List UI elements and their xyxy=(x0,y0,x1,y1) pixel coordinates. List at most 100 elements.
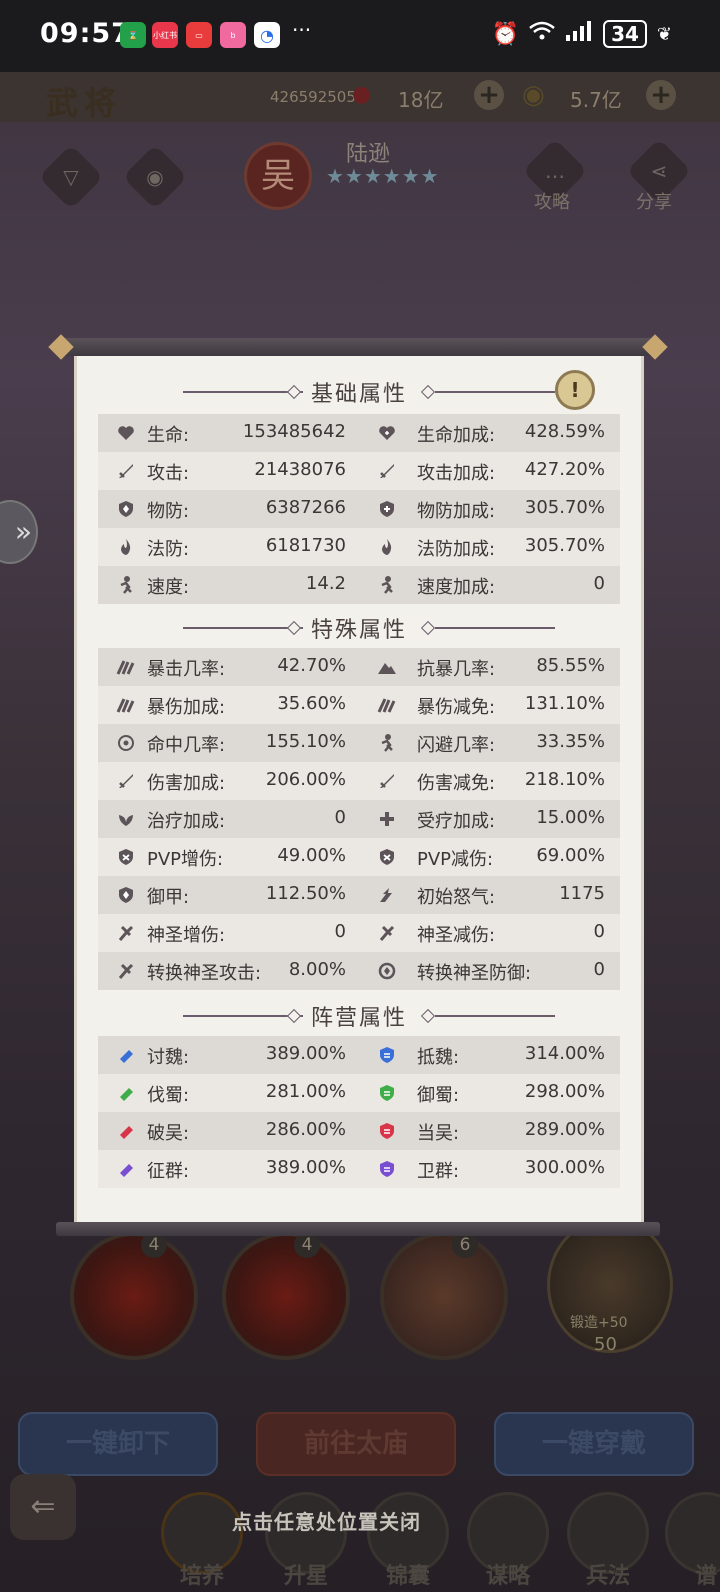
add-coins-button[interactable]: + xyxy=(646,80,676,110)
ruby-icon: ● xyxy=(352,82,372,107)
page-title: 武将 xyxy=(46,84,123,122)
attribute-value: 14.2 xyxy=(305,573,346,594)
attribute-value: 300.00% xyxy=(524,1157,605,1178)
special-attribute-row: PVP增伤: 49.00% PVP减伤: 69.00% xyxy=(98,838,620,876)
equip-all-button[interactable]: 一键穿戴 xyxy=(494,1412,694,1476)
faction-attribute-row: 破吴: 286.00% 当吴: 289.00% xyxy=(98,1112,620,1150)
attribute-value: 155.10% xyxy=(265,731,346,752)
swords-icon: ⚔ xyxy=(232,80,256,110)
scroll-top-rod xyxy=(56,338,660,356)
nav-strategy[interactable]: 谋略 xyxy=(466,1492,550,1589)
attribute-label: 速度: xyxy=(147,577,190,598)
special-attribute-row: 转换神圣攻击: 8.00% 转换神圣防御: 0 xyxy=(98,952,620,990)
go-temple-button[interactable]: 前往太庙 xyxy=(256,1412,456,1476)
attribute-value: 153485642 xyxy=(242,421,346,442)
signal-icon xyxy=(565,20,593,48)
special-attribute-row: 暴击几率: 42.70% 抗暴几率: 85.55% xyxy=(98,648,620,686)
attribute-label: PVP减伤: xyxy=(417,849,494,870)
weapon-level: 50 xyxy=(594,1334,617,1355)
attribute-label: 抗暴几率: xyxy=(417,659,496,680)
attribute-value: 206.00% xyxy=(265,769,346,790)
special-attribute-row: 暴伤加成: 35.60% 暴伤减免: 131.10% xyxy=(98,686,620,724)
attribute-value: 389.00% xyxy=(265,1157,346,1178)
attribute-label: 攻击加成: xyxy=(417,463,496,484)
badge-icon xyxy=(377,1045,397,1065)
info-button[interactable]: ! xyxy=(555,370,595,410)
attribute-label: 法防加成: xyxy=(417,539,496,560)
attribute-label: 伐蜀: xyxy=(147,1085,190,1106)
top-resource-bar: 武将 ⚔ 426592505 ● 18亿 + ◉ 5.7亿 + xyxy=(0,72,720,122)
holy-icon xyxy=(116,961,136,981)
badge-icon xyxy=(377,1083,397,1103)
clock: 09:57 xyxy=(40,18,131,49)
rage-icon xyxy=(377,885,397,905)
attribute-label: 初始怒气: xyxy=(417,887,496,908)
attribute-value: 35.60% xyxy=(277,693,346,714)
badge-icon xyxy=(377,1121,397,1141)
divine-weapon-slot[interactable] xyxy=(547,1217,673,1353)
attribute-label: 征群: xyxy=(147,1161,190,1182)
attribute-label: 御甲: xyxy=(147,887,190,908)
shield-icon xyxy=(116,885,136,905)
attribute-value: 6387266 xyxy=(265,497,346,518)
basic-attribute-row: 生命: 153485642 生命加成: 428.59% xyxy=(98,414,620,452)
attribute-label: 御蜀: xyxy=(417,1085,460,1106)
huawei-app-icon: ▭ xyxy=(186,22,212,48)
claw-icon xyxy=(377,695,397,715)
attribute-value: 305.70% xyxy=(524,535,605,556)
nav-art-of-war[interactable]: 兵法 xyxy=(566,1492,650,1589)
attribute-value: 21438076 xyxy=(254,459,346,480)
skill-slot-1[interactable] xyxy=(70,1232,198,1360)
mountain-icon xyxy=(377,657,397,677)
leaf-icon: ❦ xyxy=(656,23,672,45)
attribute-label: 当吴: xyxy=(417,1123,460,1144)
runner-icon xyxy=(116,575,136,595)
view-button[interactable]: ◉ xyxy=(122,144,188,210)
skill-slot-3[interactable] xyxy=(380,1232,508,1360)
filter-button[interactable]: ▽ xyxy=(38,144,104,210)
nav-last[interactable]: 谱 xyxy=(664,1492,720,1589)
attribute-value: 112.50% xyxy=(265,883,346,904)
attribute-scroll-panel[interactable]: 基础属性 ! 生命: 153485642 生命加成: 428.59% 攻击: 214380… xyxy=(74,356,644,1232)
coins-value: 5.7亿 xyxy=(570,88,622,112)
side-expand-button[interactable]: » xyxy=(0,500,38,564)
basic-attribute-row: 速度: 14.2 速度加成: 0 xyxy=(98,566,620,604)
fist-icon xyxy=(116,1045,136,1065)
status-bar: 09:57 ⌛ 小红书 ▭ b ◔ ··· ⏰ 34 ❦ xyxy=(0,0,720,72)
attribute-value: 427.20% xyxy=(524,459,605,480)
attribute-value: 289.00% xyxy=(524,1119,605,1140)
scroll-bottom-rod xyxy=(56,1222,660,1236)
badge-icon xyxy=(377,1159,397,1179)
skill-slot-2[interactable] xyxy=(222,1232,350,1360)
faction-attribute-row: 征群: 389.00% 卫群: 300.00% xyxy=(98,1150,620,1188)
attribute-value: 305.70% xyxy=(524,497,605,518)
xiaohongshu-app-icon: 小红书 xyxy=(152,22,178,48)
sword-icon xyxy=(116,461,136,481)
basic-attribute-row: 法防: 6181730 法防加成: 305.70% xyxy=(98,528,620,566)
back-button[interactable]: ⇐ xyxy=(10,1474,76,1540)
eye-icon: ◉ xyxy=(146,165,164,189)
strategy-label: 攻略 xyxy=(534,192,570,213)
attribute-value: 15.00% xyxy=(536,807,605,828)
attribute-label: 抵魏: xyxy=(417,1047,460,1068)
add-gold-button[interactable]: + xyxy=(474,80,504,110)
runner-icon xyxy=(377,733,397,753)
unequip-all-button[interactable]: 一键卸下 xyxy=(18,1412,218,1476)
forge-label: 锻造+50 xyxy=(570,1315,628,1331)
attribute-label: 暴击几率: xyxy=(147,659,226,680)
close-hint[interactable]: 点击任意处位置关闭 xyxy=(232,1506,421,1535)
attribute-value: 85.55% xyxy=(536,655,605,676)
fist-icon xyxy=(116,1083,136,1103)
attribute-value: 49.00% xyxy=(277,845,346,866)
pvpshield-icon xyxy=(377,847,397,867)
faction-attribute-row: 讨魏: 389.00% 抵魏: 314.00% xyxy=(98,1036,620,1074)
attribute-value: 286.00% xyxy=(265,1119,346,1140)
attribute-value: 218.10% xyxy=(524,769,605,790)
shieldplus-icon xyxy=(377,499,397,519)
faction-attribute-row: 伐蜀: 281.00% 御蜀: 298.00% xyxy=(98,1074,620,1112)
attribute-label: 暴伤减免: xyxy=(417,697,496,718)
special-attribute-row: 命中几率: 155.10% 闪避几率: 33.35% xyxy=(98,724,620,762)
attribute-value: 298.00% xyxy=(524,1081,605,1102)
attribute-label: 物防加成: xyxy=(417,501,496,522)
alarm-icon: ⏰ xyxy=(491,21,520,47)
